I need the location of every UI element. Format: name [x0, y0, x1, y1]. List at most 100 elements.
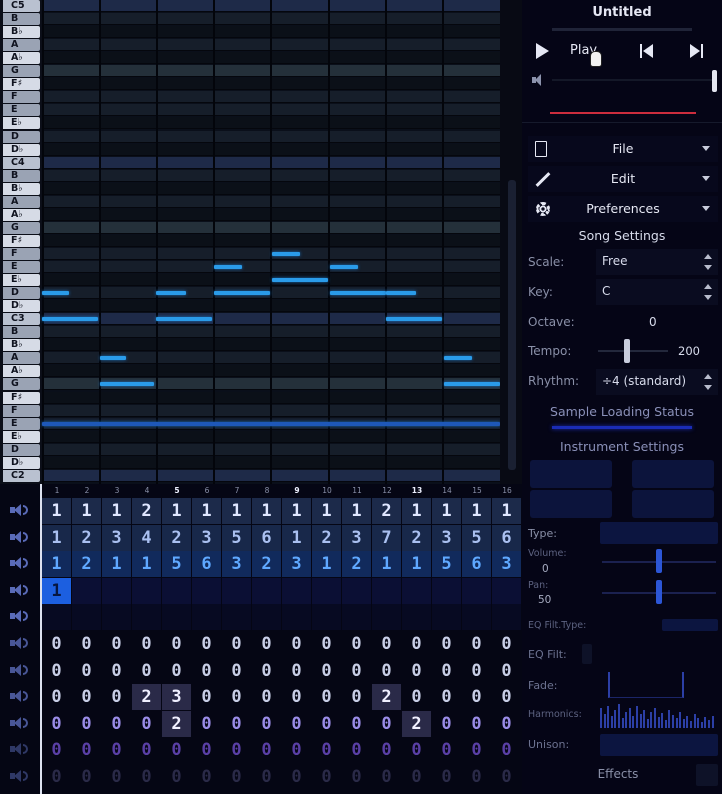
- pattern-cell[interactable]: [402, 577, 432, 604]
- pattern-cell[interactable]: 0: [132, 710, 162, 737]
- pattern-cell[interactable]: 0: [432, 710, 462, 737]
- pattern-cell[interactable]: 0: [252, 631, 282, 657]
- skip-forward-icon[interactable]: [690, 44, 706, 58]
- pattern-cell[interactable]: 6: [492, 524, 522, 551]
- pattern-cell[interactable]: 1: [462, 498, 492, 524]
- piano-key[interactable]: F♯: [3, 391, 40, 404]
- piano-key[interactable]: E: [3, 104, 40, 117]
- pattern-cell[interactable]: 0: [282, 764, 312, 790]
- harmonic-bar[interactable]: [632, 716, 635, 728]
- piano-roll-scrollbar[interactable]: [500, 0, 522, 484]
- instrument-tab-button[interactable]: [632, 490, 714, 518]
- piano-key[interactable]: D♭: [3, 143, 40, 156]
- piano-key[interactable]: C5: [3, 0, 40, 12]
- pattern-cell[interactable]: 2: [72, 551, 102, 578]
- type-select[interactable]: [600, 522, 718, 544]
- piano-key[interactable]: B♭: [3, 339, 40, 352]
- pattern-cell[interactable]: 1: [132, 551, 162, 578]
- pattern-cell[interactable]: 0: [42, 737, 72, 764]
- pattern-cell[interactable]: [132, 604, 162, 631]
- scrollbar-thumb[interactable]: [508, 180, 516, 470]
- pattern-cell[interactable]: 0: [102, 710, 132, 737]
- instrument-volume-thumb[interactable]: [656, 549, 662, 573]
- pattern-cell[interactable]: 3: [432, 524, 462, 551]
- pattern-cell[interactable]: 2: [252, 551, 282, 578]
- piano-key[interactable]: B♭: [3, 182, 40, 195]
- piano-key[interactable]: F♯: [3, 78, 40, 91]
- note[interactable]: [214, 291, 270, 296]
- pattern-cell[interactable]: 0: [102, 631, 132, 657]
- piano-key[interactable]: G: [3, 378, 40, 391]
- pattern-cell[interactable]: 0: [342, 631, 372, 657]
- pattern-cell[interactable]: 0: [42, 764, 72, 790]
- pattern-cell[interactable]: [282, 577, 312, 604]
- harmonic-bar[interactable]: [704, 717, 707, 728]
- pattern-cell[interactable]: 0: [492, 710, 522, 737]
- pattern-cell[interactable]: 3: [162, 684, 192, 711]
- pattern-cell[interactable]: 0: [192, 764, 222, 790]
- note[interactable]: [42, 317, 98, 322]
- channel-mute-icon[interactable]: [10, 690, 32, 704]
- note[interactable]: [100, 356, 126, 361]
- harmonic-bar[interactable]: [636, 706, 638, 728]
- pattern-cell[interactable]: 2: [162, 710, 192, 737]
- pattern-cell[interactable]: 0: [282, 737, 312, 764]
- pattern-cell[interactable]: 0: [222, 631, 252, 657]
- pattern-cell[interactable]: 2: [132, 498, 162, 524]
- pattern-cell[interactable]: 1: [282, 498, 312, 524]
- pattern-cell[interactable]: 6: [192, 551, 222, 578]
- piano-key[interactable]: E: [3, 261, 40, 273]
- pattern-cell[interactable]: 0: [252, 764, 282, 790]
- pattern-cell[interactable]: 6: [252, 524, 282, 551]
- harmonic-bar[interactable]: [600, 708, 602, 728]
- pattern-cell[interactable]: 1: [492, 498, 522, 524]
- harmonic-bar[interactable]: [628, 708, 631, 728]
- pattern-cell[interactable]: 0: [102, 657, 132, 684]
- pattern-cell[interactable]: [192, 604, 222, 631]
- pattern-cell[interactable]: [282, 604, 312, 631]
- channel-mute-icon[interactable]: [10, 530, 32, 545]
- piano-key[interactable]: F: [3, 404, 40, 417]
- channel-mute-icon[interactable]: [10, 504, 32, 518]
- pattern-cell[interactable]: [72, 604, 102, 631]
- pattern-cell[interactable]: 0: [102, 737, 132, 764]
- harmonic-bar[interactable]: [664, 720, 667, 728]
- pattern-cell[interactable]: 2: [402, 710, 432, 737]
- pattern-cell[interactable]: 1: [42, 577, 72, 604]
- pattern-cell[interactable]: [372, 604, 402, 631]
- piano-key[interactable]: F: [3, 247, 40, 260]
- pattern-cell[interactable]: 0: [312, 764, 342, 790]
- pattern-cell[interactable]: [72, 577, 102, 604]
- pattern-cell[interactable]: 1: [162, 498, 192, 524]
- pattern-cell[interactable]: 2: [342, 551, 372, 578]
- file-menu[interactable]: File: [528, 136, 718, 162]
- harmonic-bar[interactable]: [700, 722, 703, 728]
- pattern-cell[interactable]: 0: [372, 764, 402, 790]
- harmonic-bar[interactable]: [621, 718, 624, 728]
- pattern-cell[interactable]: 2: [372, 684, 402, 711]
- piano-key[interactable]: D: [3, 443, 40, 456]
- note[interactable]: [272, 251, 300, 256]
- pattern-cell[interactable]: [432, 604, 462, 631]
- pattern-cell[interactable]: [102, 604, 132, 631]
- pattern-cell[interactable]: [252, 577, 282, 604]
- pattern-cell[interactable]: 0: [282, 684, 312, 711]
- pattern-cell[interactable]: 3: [342, 524, 372, 551]
- channel-mute-icon[interactable]: [10, 770, 32, 784]
- pattern-cell[interactable]: 1: [102, 498, 132, 524]
- pattern-cell[interactable]: 0: [402, 737, 432, 764]
- harmonic-bar[interactable]: [672, 715, 674, 728]
- pattern-cell[interactable]: 0: [462, 710, 492, 737]
- harmonic-bar[interactable]: [697, 718, 700, 728]
- pattern-cell[interactable]: 0: [402, 631, 432, 657]
- pattern-cell[interactable]: 0: [72, 684, 102, 711]
- harmonic-bar[interactable]: [682, 719, 685, 728]
- pattern-cell[interactable]: 0: [492, 657, 522, 684]
- pattern-cell[interactable]: 0: [72, 764, 102, 790]
- pattern-cell[interactable]: 2: [162, 524, 192, 551]
- key-select[interactable]: C: [596, 279, 718, 305]
- harmonic-bar[interactable]: [708, 720, 710, 728]
- pattern-cell[interactable]: 3: [222, 551, 252, 578]
- channel-mute-icon[interactable]: [10, 743, 32, 757]
- pattern-cell[interactable]: 0: [72, 657, 102, 684]
